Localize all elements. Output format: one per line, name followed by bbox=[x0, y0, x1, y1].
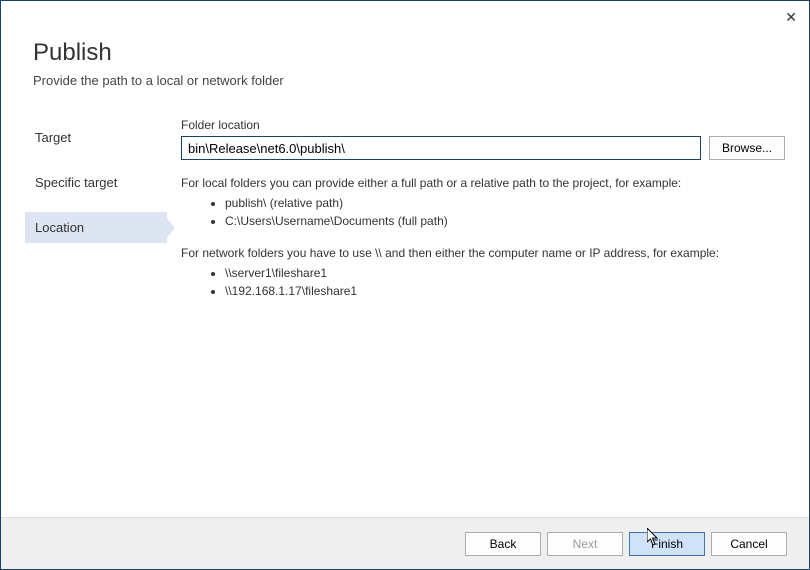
page-title: Publish bbox=[33, 39, 777, 67]
sidebar-item-specific-target[interactable]: Specific target bbox=[25, 167, 167, 198]
local-folder-help: For local folders you can provide either… bbox=[181, 174, 785, 230]
footer: Back Next Finish Cancel bbox=[1, 517, 809, 569]
cancel-button[interactable]: Cancel bbox=[711, 532, 787, 556]
help-text: For network folders you have to use \\ a… bbox=[181, 244, 785, 262]
browse-button[interactable]: Browse... bbox=[709, 136, 785, 160]
close-icon[interactable]: ✕ bbox=[785, 9, 797, 26]
help-bullet: publish\ (relative path) bbox=[225, 194, 785, 212]
help-bullet: \\192.168.1.17\fileshare1 bbox=[225, 282, 785, 300]
network-folder-help: For network folders you have to use \\ a… bbox=[181, 244, 785, 300]
help-text: For local folders you can provide either… bbox=[181, 174, 785, 192]
sidebar-item-target[interactable]: Target bbox=[25, 122, 167, 153]
sidebar-item-label: Specific target bbox=[35, 175, 117, 190]
main-panel: Folder location Browse... For local fold… bbox=[167, 118, 785, 314]
folder-location-label: Folder location bbox=[181, 118, 785, 132]
help-bullet: C:\Users\Username\Documents (full path) bbox=[225, 212, 785, 230]
sidebar-item-location[interactable]: Location bbox=[25, 212, 167, 243]
sidebar: Target Specific target Location bbox=[25, 118, 167, 314]
back-button[interactable]: Back bbox=[465, 532, 541, 556]
header: Publish Provide the path to a local or n… bbox=[1, 1, 809, 106]
folder-location-input[interactable] bbox=[181, 136, 701, 160]
sidebar-item-label: Location bbox=[35, 220, 84, 235]
page-subtitle: Provide the path to a local or network f… bbox=[33, 73, 777, 88]
help-bullet: \\server1\fileshare1 bbox=[225, 264, 785, 282]
finish-button[interactable]: Finish bbox=[629, 532, 705, 556]
next-button: Next bbox=[547, 532, 623, 556]
sidebar-item-label: Target bbox=[35, 130, 71, 145]
